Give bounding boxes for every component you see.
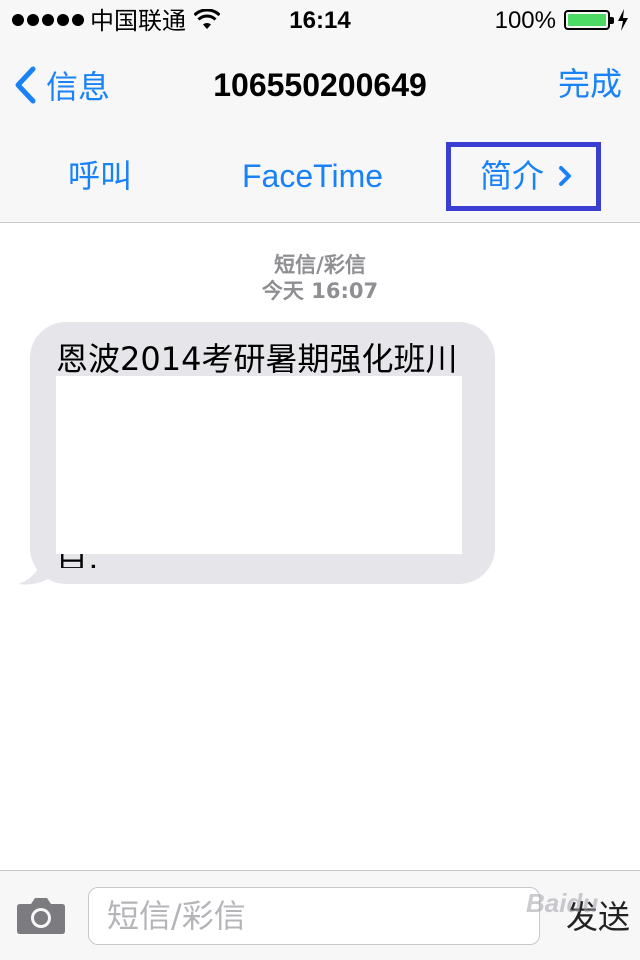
message-input[interactable]: 短信/彩信 <box>88 887 540 945</box>
message-timestamp: 今天 16:07 <box>261 279 379 303</box>
battery-percent: 100% <box>494 7 556 34</box>
status-bar: 中国联通 16:14 100% <box>0 0 640 40</box>
camera-icon[interactable] <box>16 895 66 935</box>
redacted-area <box>56 376 462 554</box>
info-button[interactable]: 简介 <box>480 154 572 198</box>
message-text: 恩波2014考研暑期强化班川 <box>56 340 458 378</box>
battery-icon <box>564 10 614 30</box>
navigation-bar: 信息 106550200649 完成 <box>0 40 640 128</box>
contact-number-title: 106550200649 <box>213 67 427 103</box>
done-button[interactable]: 完成 <box>558 64 622 104</box>
contact-action-bar: 呼叫 FaceTime 简介 <box>0 128 640 223</box>
battery-fill <box>568 14 606 26</box>
charging-bolt-icon <box>618 9 628 31</box>
chevron-right-icon <box>559 166 572 186</box>
message-type-label: 短信/彩信 <box>274 253 366 277</box>
conversation-header: 短信/彩信 今天 16:07 <box>0 252 640 304</box>
baidu-watermark: Baidu <box>526 888 599 918</box>
info-button-label: 简介 <box>480 157 545 195</box>
facetime-button[interactable]: FaceTime <box>242 154 383 198</box>
call-button[interactable]: 呼叫 <box>68 154 132 198</box>
